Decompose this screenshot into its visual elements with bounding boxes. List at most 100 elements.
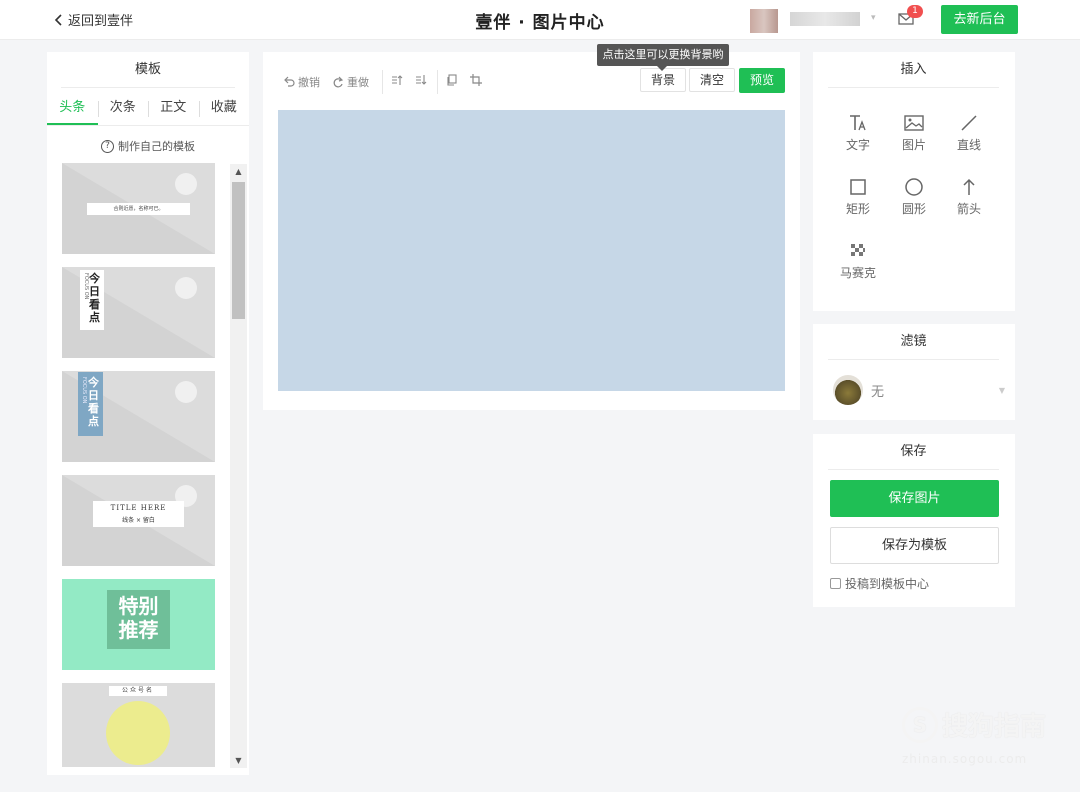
send-backward-icon	[416, 75, 427, 85]
undo-button[interactable]: 撤销	[283, 74, 320, 90]
chevron-down-icon[interactable]: ▾	[871, 13, 876, 23]
notification-badge: 1	[907, 5, 923, 18]
make-own-template-link[interactable]: ? 制作自己的模板	[47, 138, 249, 154]
rectangle-icon	[850, 179, 866, 195]
copy-icon	[447, 74, 457, 86]
template-tabs: 头条 次条 正文 收藏	[47, 94, 249, 126]
bring-forward-icon	[392, 75, 403, 85]
thumb-title: 今日看点	[88, 376, 99, 428]
sogou-icon: S	[902, 706, 938, 743]
toolbar-divider	[382, 70, 383, 94]
redo-button[interactable]: 重做	[332, 74, 369, 90]
thumb-caption: 合则近愿，名称可已。	[87, 203, 190, 215]
background-tooltip: 点击这里可以更换背景哟	[597, 44, 729, 71]
avatar[interactable]	[750, 9, 778, 33]
submit-label[interactable]: 投稿到模板中心	[845, 575, 929, 592]
thumb-title: 今日看点	[89, 272, 100, 324]
thumb-circle	[106, 701, 170, 765]
insert-mosaic-button[interactable]: 马赛克	[830, 238, 886, 281]
insert-text-button[interactable]: 文字	[830, 110, 886, 153]
watermark-url: zhinan.sogou.com	[902, 752, 1028, 766]
tab-headline[interactable]: 头条	[47, 94, 98, 125]
filter-panel-title: 滤镜	[828, 324, 999, 360]
insert-text-label: 文字	[845, 138, 870, 152]
template-thumb-2[interactable]: FOCUS ON 今日看点	[62, 267, 215, 358]
insert-line-label: 直线	[956, 138, 981, 152]
template-thumb-1[interactable]: 合则近愿，名称可已。	[62, 163, 215, 254]
insert-image-label: 图片	[901, 138, 926, 152]
thumb-subtitle: FOCUS ON	[81, 377, 87, 404]
save-panel: 保存 保存图片 保存为模板 投稿到模板中心	[813, 434, 1015, 607]
scroll-down-icon[interactable]: ▼	[230, 756, 247, 765]
make-own-template-label: 制作自己的模板	[118, 140, 195, 153]
insert-rectangle-label: 矩形	[845, 202, 870, 216]
insert-arrow-button[interactable]: 箭头	[941, 174, 997, 217]
toolbar-divider	[437, 70, 438, 94]
insert-circle-button[interactable]: 圆形	[886, 174, 942, 217]
watermark-text: 搜狗指南	[942, 712, 1047, 742]
scroll-up-icon[interactable]: ▲	[230, 167, 247, 176]
template-thumb-6[interactable]: 公众号名	[62, 683, 215, 767]
submit-to-template-center: 投稿到模板中心	[830, 575, 929, 592]
filter-selected-value: 无	[871, 384, 885, 400]
template-panel-title: 模板	[61, 52, 235, 88]
send-backward-button[interactable]	[415, 74, 427, 86]
thumb-subtitle: 线条 × 留白	[122, 517, 155, 524]
circle-icon	[905, 178, 923, 196]
clear-button[interactable]: 清空	[689, 68, 735, 92]
editor-canvas[interactable]	[278, 110, 785, 391]
insert-line-button[interactable]: 直线	[941, 110, 997, 153]
chevron-down-icon: ▼	[998, 386, 1005, 395]
thumb-title: 特别推荐	[118, 594, 159, 642]
insert-arrow-label: 箭头	[956, 202, 981, 216]
editor-panel: 撤销 重做 背景 清空 预览	[263, 52, 800, 410]
undo-label: 撤销	[298, 76, 320, 89]
filter-thumbnail	[833, 375, 863, 405]
background-button[interactable]: 背景	[640, 68, 686, 92]
scrollbar-thumb[interactable]	[232, 182, 245, 319]
save-image-button[interactable]: 保存图片	[830, 480, 999, 517]
save-panel-title: 保存	[828, 434, 999, 470]
watermark-logo: S 搜狗指南	[902, 706, 1046, 743]
question-icon: ?	[101, 139, 114, 153]
template-panel: 模板 头条 次条 正文 收藏 ? 制作自己的模板 合则近愿，名称可已。 FOCU…	[47, 52, 249, 775]
thumb-title: TITLE HERE	[110, 504, 167, 512]
submit-checkbox[interactable]	[830, 578, 841, 589]
tab-favorites[interactable]: 收藏	[198, 94, 250, 125]
redo-icon	[333, 76, 344, 88]
crop-icon	[470, 74, 482, 86]
tab-secondary[interactable]: 次条	[97, 94, 149, 125]
arrow-icon	[963, 178, 975, 195]
copy-button[interactable]	[446, 74, 458, 86]
crop-button[interactable]	[470, 74, 482, 86]
undo-icon	[284, 76, 295, 87]
thumb-caption: 公众号名	[109, 686, 167, 696]
thumb-circle	[175, 277, 197, 299]
thumb-subtitle: FOCUS ON	[83, 273, 89, 300]
template-thumb-5[interactable]: 特别推荐	[62, 579, 215, 670]
go-backend-button[interactable]: 去新后台	[941, 5, 1018, 34]
insert-circle-label: 圆形	[901, 202, 926, 216]
insert-image-button[interactable]: 图片	[886, 110, 942, 153]
filter-panel: 滤镜 无 ▼	[813, 324, 1015, 420]
insert-panel-title: 插入	[828, 52, 999, 88]
insert-mosaic-label: 马赛克	[839, 266, 876, 280]
image-icon	[904, 115, 924, 131]
insert-rectangle-button[interactable]: 矩形	[830, 174, 886, 217]
mosaic-icon	[851, 244, 865, 256]
filter-select[interactable]: 无 ▼	[833, 375, 1005, 405]
save-as-template-button[interactable]: 保存为模板	[830, 527, 999, 564]
redo-label: 重做	[347, 76, 369, 89]
insert-panel: 插入 文字 图片 直线 矩形 圆形 箭头 马赛克	[813, 52, 1015, 311]
thumb-circle	[175, 381, 197, 403]
preview-button[interactable]: 预览	[739, 68, 785, 93]
template-scrollbar[interactable]: ▲ ▼	[230, 164, 247, 768]
template-thumb-4[interactable]: TITLE HERE 线条 × 留白	[62, 475, 215, 566]
username-blurred[interactable]	[790, 12, 860, 26]
bring-forward-button[interactable]	[391, 74, 403, 86]
line-icon	[961, 115, 977, 131]
tab-body[interactable]: 正文	[148, 94, 199, 125]
text-icon	[850, 115, 866, 131]
thumb-circle	[175, 173, 197, 195]
template-thumb-3[interactable]: FOCUS ON 今日看点	[62, 371, 215, 462]
